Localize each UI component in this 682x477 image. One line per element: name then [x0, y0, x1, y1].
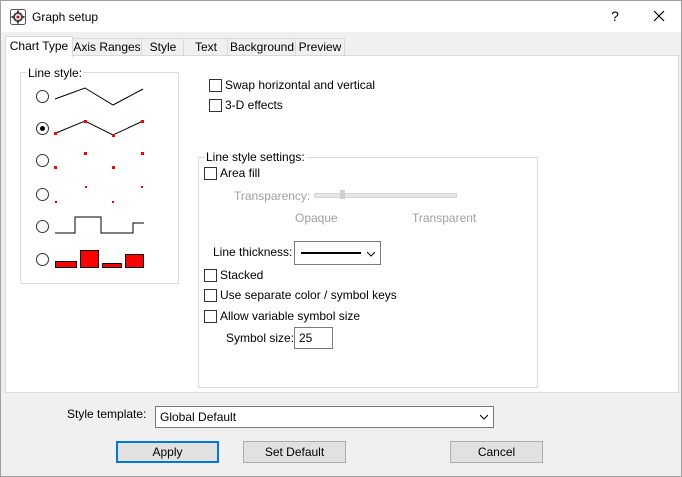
chevron-down-icon [367, 251, 375, 257]
transparency-label: Transparency: [234, 189, 311, 203]
stacked-label: Stacked [220, 268, 264, 282]
tab-background[interactable]: Background [227, 38, 297, 56]
transparency-opaque-label: Opaque [295, 211, 338, 225]
transparency-slider-track[interactable] [314, 193, 457, 198]
stacked-checkbox[interactable] [204, 269, 217, 282]
cancel-button[interactable]: Cancel [450, 441, 543, 463]
line-thickness-sample [301, 252, 361, 254]
line-style-settings-label: Line style settings: [205, 150, 306, 164]
swap-axes-checkbox[interactable] [209, 79, 222, 92]
variable-symbol-size-label: Allow variable symbol size [220, 309, 361, 323]
style-template-select[interactable]: Global Default [155, 406, 494, 428]
area-fill-label: Area fill [220, 166, 261, 180]
3d-effects-checkbox[interactable] [209, 99, 222, 112]
close-icon [653, 10, 665, 22]
apply-button[interactable]: Apply [116, 441, 219, 463]
line-thickness-dropdown[interactable] [294, 241, 381, 265]
line-style-step-preview [55, 216, 144, 234]
chevron-down-icon [480, 414, 488, 420]
line-style-line-preview [54, 87, 144, 106]
window-title: Graph setup [32, 10, 99, 24]
variable-symbol-size-checkbox[interactable] [204, 310, 217, 323]
symbol-size-label: Symbol size: [226, 331, 295, 345]
title-bar: Graph setup ? [1, 1, 681, 32]
radio-line-style-points[interactable] [36, 188, 49, 201]
line-style-bars-preview [55, 250, 144, 268]
tab-axis-ranges[interactable]: Axis Ranges [71, 38, 143, 56]
radio-line-style-step[interactable] [36, 220, 49, 233]
line-style-label: Line style: [27, 66, 84, 80]
close-button[interactable] [645, 4, 673, 28]
radio-line-style-symbols[interactable] [36, 154, 49, 167]
radio-line-style-bars[interactable] [36, 253, 49, 266]
3d-effects-label: 3-D effects [225, 98, 283, 112]
line-style-line-symbols-preview [54, 120, 144, 137]
separate-keys-checkbox[interactable] [204, 289, 217, 302]
transparency-transparent-label: Transparent [412, 211, 477, 225]
transparency-slider-thumb[interactable] [340, 190, 345, 199]
help-button[interactable]: ? [601, 4, 629, 28]
line-style-points-preview [55, 186, 143, 203]
radio-line-style-line[interactable] [36, 90, 49, 103]
area-fill-checkbox[interactable] [204, 167, 217, 180]
settings-app-icon [10, 9, 26, 25]
style-template-label: Style template: [67, 407, 147, 421]
style-template-value: Global Default [160, 410, 237, 424]
tab-text[interactable]: Text [183, 38, 229, 56]
graph-setup-dialog: Graph setup ? Chart Type Axis Ranges Sty… [0, 0, 682, 477]
line-thickness-label: Line thickness: [213, 245, 293, 259]
separate-keys-label: Use separate color / symbol keys [220, 288, 397, 302]
tab-chart-type[interactable]: Chart Type [5, 36, 73, 57]
symbol-size-input[interactable]: 25 [294, 327, 333, 349]
tab-preview[interactable]: Preview [295, 38, 345, 56]
swap-axes-label: Swap horizontal and vertical [225, 78, 376, 92]
radio-line-style-line-symbols[interactable] [36, 122, 49, 135]
set-default-button[interactable]: Set Default [243, 441, 346, 463]
tab-style[interactable]: Style [141, 38, 185, 56]
line-style-symbols-preview [54, 152, 144, 169]
